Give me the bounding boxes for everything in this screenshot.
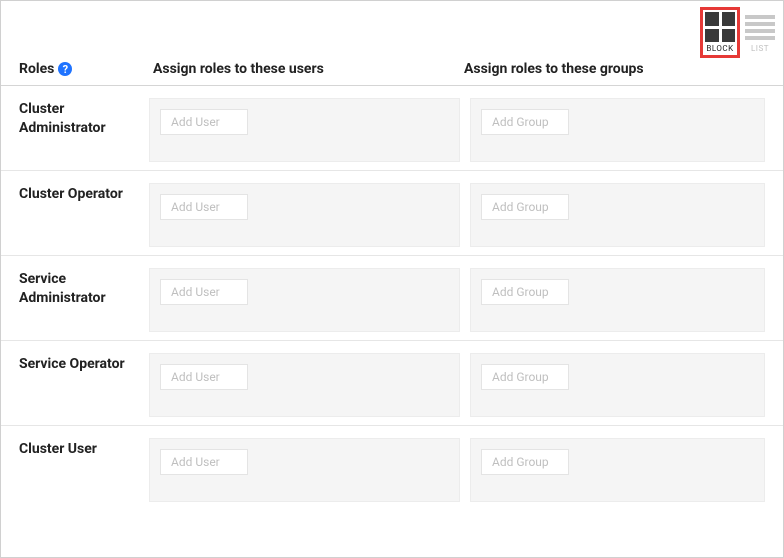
table-header: Roles ? Assign roles to these users Assi… xyxy=(1,1,783,86)
role-name: Service Administrator xyxy=(19,268,149,308)
add-group-input[interactable] xyxy=(481,364,569,390)
assign-groups-box[interactable] xyxy=(470,268,765,332)
assign-groups-box[interactable] xyxy=(470,183,765,247)
assign-groups-box[interactable] xyxy=(470,438,765,502)
role-row: Cluster User xyxy=(1,426,783,510)
role-name: Cluster User xyxy=(19,438,149,459)
assign-users-box[interactable] xyxy=(149,268,460,332)
add-user-input[interactable] xyxy=(160,109,248,135)
assign-groups-box[interactable] xyxy=(470,353,765,417)
block-view-label: BLOCK xyxy=(706,44,733,53)
grid-icon xyxy=(705,12,735,42)
assign-users-box[interactable] xyxy=(149,353,460,417)
role-assignment-panel: BLOCK LIST Roles ? Assign roles to these… xyxy=(0,0,784,558)
add-user-input[interactable] xyxy=(160,279,248,305)
help-icon[interactable]: ? xyxy=(58,62,72,76)
list-view-button[interactable]: LIST xyxy=(743,11,777,55)
role-name: Cluster Administrator xyxy=(19,98,149,138)
role-name: Cluster Operator xyxy=(19,183,149,204)
role-row: Cluster Operator xyxy=(1,171,783,256)
list-view-label: LIST xyxy=(751,44,769,53)
add-group-input[interactable] xyxy=(481,109,569,135)
list-icon xyxy=(745,15,775,40)
assign-users-box[interactable] xyxy=(149,438,460,502)
add-group-input[interactable] xyxy=(481,194,569,220)
view-toggle: BLOCK LIST xyxy=(700,7,777,58)
role-row: Service Administrator xyxy=(1,256,783,341)
add-user-input[interactable] xyxy=(160,194,248,220)
assign-users-box[interactable] xyxy=(149,183,460,247)
add-user-input[interactable] xyxy=(160,364,248,390)
add-user-input[interactable] xyxy=(160,449,248,475)
groups-header: Assign roles to these groups xyxy=(460,61,765,77)
roles-header-text: Roles xyxy=(19,61,54,77)
add-group-input[interactable] xyxy=(481,279,569,305)
users-header: Assign roles to these users xyxy=(149,61,460,77)
roles-header: Roles ? xyxy=(19,61,149,77)
role-row: Cluster Administrator xyxy=(1,86,783,171)
assign-groups-box[interactable] xyxy=(470,98,765,162)
role-row: Service Operator xyxy=(1,341,783,426)
block-view-button[interactable]: BLOCK xyxy=(700,7,740,58)
add-group-input[interactable] xyxy=(481,449,569,475)
assign-users-box[interactable] xyxy=(149,98,460,162)
role-name: Service Operator xyxy=(19,353,149,374)
